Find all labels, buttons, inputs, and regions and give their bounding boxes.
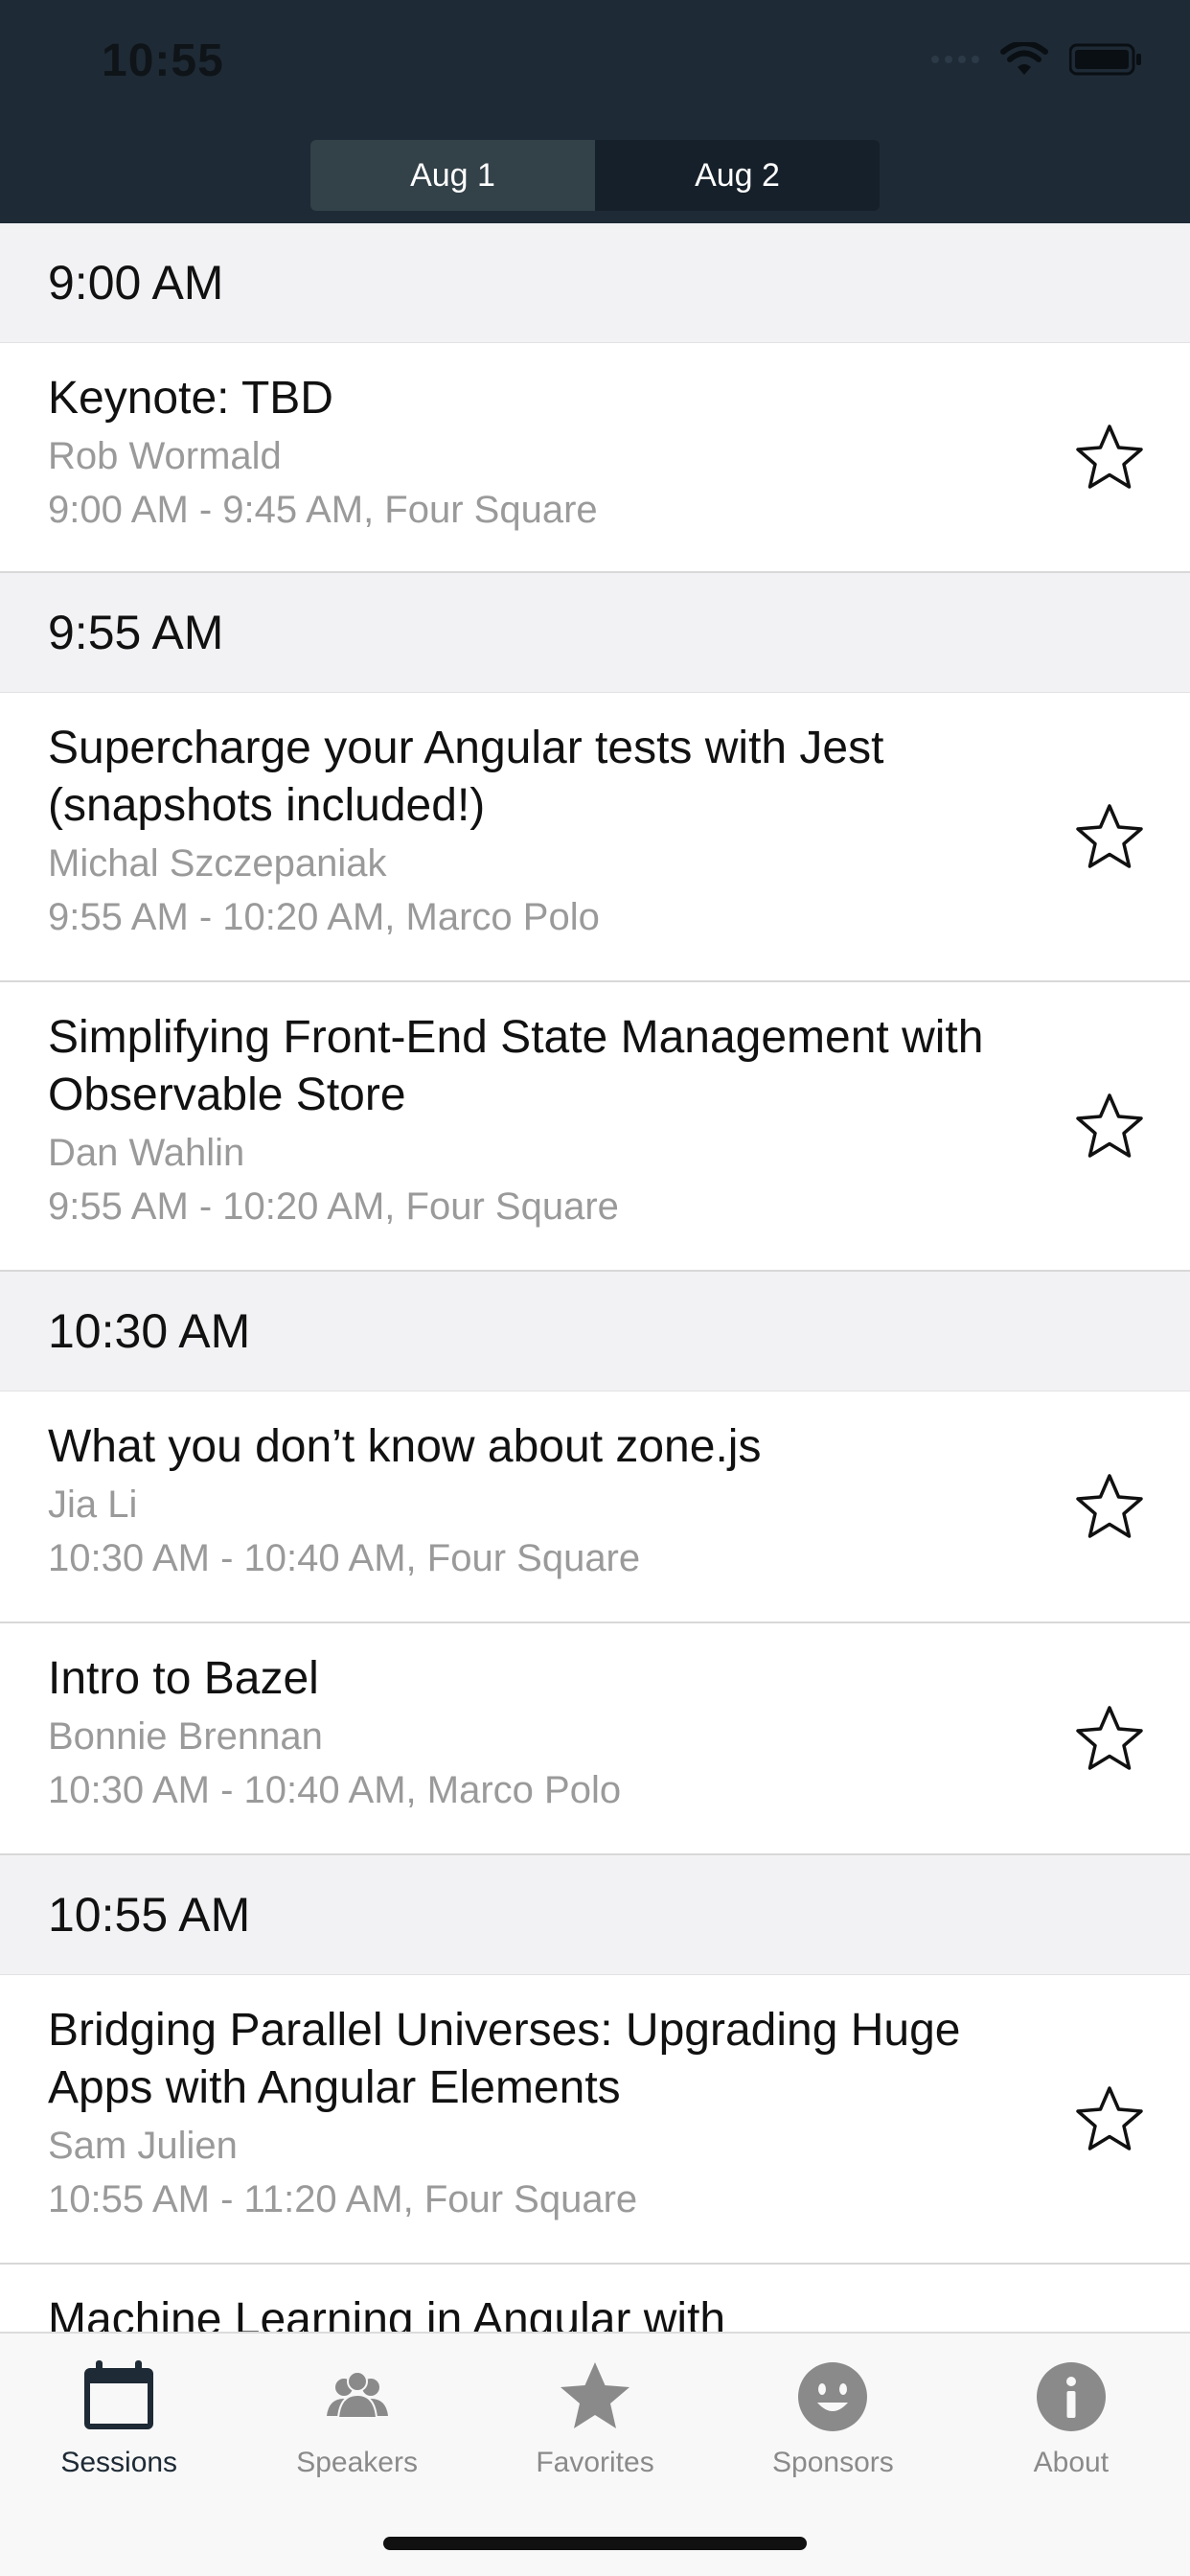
session-title: Intro to Bazel xyxy=(48,1653,319,1704)
session-speaker: Bonnie Brennan xyxy=(48,1715,323,1758)
tab-label: Favorites xyxy=(536,2447,654,2478)
favorite-star-icon[interactable] xyxy=(1075,2084,1144,2153)
session-title: Bridging Parallel Universes: Upgrading H… xyxy=(48,2005,961,2113)
signal-icon xyxy=(931,56,979,63)
session-row[interactable]: Intro to Bazel Bonnie Brennan 10:30 AM -… xyxy=(0,1623,1190,1855)
tab-favorites[interactable]: Favorites xyxy=(476,2334,714,2496)
session-row[interactable]: Bridging Parallel Universes: Upgrading H… xyxy=(0,1975,1190,2265)
favorite-star-icon[interactable] xyxy=(1075,1092,1144,1161)
session-row[interactable]: Supercharge your Angular tests with Jest… xyxy=(0,693,1190,982)
favorite-star-icon[interactable] xyxy=(1075,1472,1144,1541)
session-time-location: 9:55 AM - 10:20 AM, Four Square xyxy=(48,1185,619,1228)
battery-icon xyxy=(1069,43,1141,76)
favorite-star-icon[interactable] xyxy=(1075,1704,1144,1773)
section-header: 9:55 AM xyxy=(0,573,1190,693)
section-header: 10:55 AM xyxy=(0,1855,1190,1975)
favorite-star-icon[interactable] xyxy=(1075,423,1144,492)
header: 10:55 Aug 1 Aug 2 xyxy=(0,0,1190,223)
calendar-icon xyxy=(84,2360,154,2429)
section-header: 9:00 AM xyxy=(0,223,1190,343)
session-time-location: 10:30 AM - 10:40 AM, Marco Polo xyxy=(48,1769,622,1811)
tab-sessions[interactable]: Sessions xyxy=(0,2334,238,2496)
segment-aug-2[interactable]: Aug 2 xyxy=(595,140,880,211)
session-title: What you don’t know about zone.js xyxy=(48,1421,762,1472)
session-row[interactable]: Keynote: TBD Rob Wormald 9:00 AM - 9:45 … xyxy=(0,343,1190,573)
status-icons xyxy=(931,42,1142,77)
session-time-location: 9:55 AM - 10:20 AM, Marco Polo xyxy=(48,896,600,938)
app-screen: 10:55 Aug 1 Aug 2 9:00 AM Keynote: TBD R… xyxy=(0,0,1190,2576)
info-icon xyxy=(1036,2362,1106,2431)
smiley-icon xyxy=(798,2362,868,2431)
tab-label: Sessions xyxy=(60,2447,178,2478)
wifi-icon xyxy=(1000,42,1048,75)
session-speaker: Rob Wormald xyxy=(48,435,282,477)
tab-label: Speakers xyxy=(296,2447,418,2478)
segment-aug-1[interactable]: Aug 1 xyxy=(310,140,595,211)
tab-label: About xyxy=(1033,2447,1110,2478)
session-list: 9:00 AM Keynote: TBD Rob Wormald 9:00 AM… xyxy=(0,223,1190,2554)
tab-sponsors[interactable]: Sponsors xyxy=(714,2334,951,2496)
home-indicator xyxy=(383,2537,807,2550)
date-segmented-control: Aug 1 Aug 2 xyxy=(310,140,880,211)
session-time-location: 10:30 AM - 10:40 AM, Four Square xyxy=(48,1537,641,1579)
session-speaker: Sam Julien xyxy=(48,2125,238,2167)
session-row[interactable]: Simplifying Front-End State Management w… xyxy=(0,982,1190,1272)
tab-label: Sponsors xyxy=(772,2447,894,2478)
section-header: 10:30 AM xyxy=(0,1272,1190,1392)
session-time-location: 9:00 AM - 9:45 AM, Four Square xyxy=(48,489,598,531)
session-title: Supercharge your Angular tests with Jest… xyxy=(48,723,884,831)
session-row[interactable]: What you don’t know about zone.js Jia Li… xyxy=(0,1392,1190,1623)
session-title: Simplifying Front-End State Management w… xyxy=(48,1012,984,1120)
tab-about[interactable]: About xyxy=(952,2334,1190,2496)
session-title: Keynote: TBD xyxy=(48,373,333,424)
session-speaker: Dan Wahlin xyxy=(48,1132,245,1174)
favorite-star-icon[interactable] xyxy=(1075,802,1144,871)
session-speaker: Jia Li xyxy=(48,1484,138,1526)
session-speaker: Michal Szczepaniak xyxy=(48,842,387,885)
star-icon xyxy=(561,2362,630,2428)
tab-speakers[interactable]: Speakers xyxy=(238,2334,475,2496)
session-time-location: 10:55 AM - 11:20 AM, Four Square xyxy=(48,2178,638,2220)
status-time: 10:55 xyxy=(102,35,224,86)
people-icon xyxy=(326,2371,388,2419)
